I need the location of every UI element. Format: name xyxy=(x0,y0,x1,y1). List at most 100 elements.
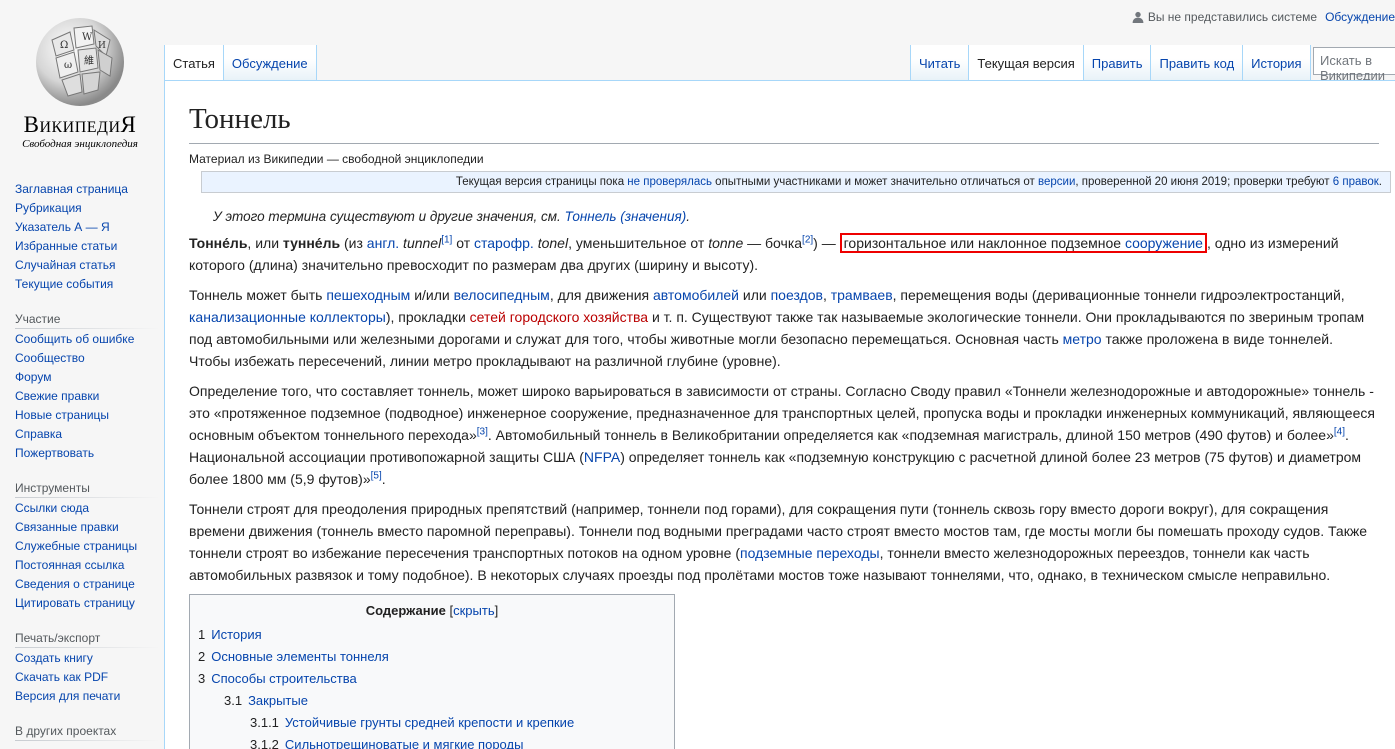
toc-link[interactable]: История xyxy=(211,627,261,642)
sidebar-item-featured[interactable]: Избранные статьи xyxy=(15,237,160,256)
review-notice: Текущая версия страницы пока не проверял… xyxy=(201,170,1391,193)
sidebar-link[interactable]: Форум xyxy=(15,370,51,384)
sidebar-link[interactable]: Текущие события xyxy=(15,277,113,291)
sidebar-item-random[interactable]: Случайная статья xyxy=(15,256,160,275)
sidebar-link[interactable]: Сообщить об ошибке xyxy=(15,332,134,346)
review-link-unchecked[interactable]: не проверялась xyxy=(627,176,712,188)
toc-item[interactable]: 3.1 Закрытые xyxy=(198,690,666,712)
toc-link[interactable]: Основные элементы тоннеля xyxy=(211,649,389,664)
sidebar-item-related-changes[interactable]: Связанные правки xyxy=(15,518,160,537)
tab-edit[interactable]: Править xyxy=(1083,45,1152,80)
sidebar-link[interactable]: Цитировать страницу xyxy=(15,596,135,610)
link-trams[interactable]: трамваев xyxy=(831,287,893,303)
sidebar-link[interactable]: Указатель А — Я xyxy=(15,220,110,234)
search-input[interactable]: Искать в Википедии xyxy=(1313,47,1395,83)
toc-item[interactable]: 3.1.2 Сильнотрещиноватые и мягкие породы xyxy=(198,734,666,749)
namespace-tabs: Статья Обсуждение xyxy=(164,45,317,80)
link-structure[interactable]: сооружение xyxy=(1125,235,1203,251)
toc-item[interactable]: 3 Способы строительства xyxy=(198,668,666,690)
sidebar-link[interactable]: Сведения о странице xyxy=(15,577,135,591)
link-old-french[interactable]: старофр. xyxy=(474,235,534,251)
toc-item[interactable]: 1 История xyxy=(198,624,666,646)
sidebar-link[interactable]: Скачать как PDF xyxy=(15,670,108,684)
sidebar-item-index[interactable]: Указатель А — Я xyxy=(15,218,160,237)
sidebar-item-download-pdf[interactable]: Скачать как PDF xyxy=(15,668,160,687)
link-sewers[interactable]: канализационные коллекторы xyxy=(189,309,386,325)
sidebar-item-forum[interactable]: Форум xyxy=(15,368,160,387)
sidebar-item-recent-changes[interactable]: Свежие правки xyxy=(15,387,160,406)
toc-link[interactable]: Сильнотрещиноватые и мягкие породы xyxy=(285,737,524,749)
sidebar-link[interactable]: Справка xyxy=(15,427,62,441)
toc-link[interactable]: Устойчивые грунты средней крепости и кре… xyxy=(285,715,574,730)
sidebar-item-community[interactable]: Сообщество xyxy=(15,349,160,368)
sidebar-item-create-book[interactable]: Создать книгу xyxy=(15,649,160,668)
personal-talk-link[interactable]: Обсуждение xyxy=(1325,10,1395,24)
sidebar-link[interactable]: Сообщество xyxy=(15,351,85,365)
sidebar-item-report-error[interactable]: Сообщить об ошибке xyxy=(15,330,160,349)
ref-3[interactable]: [3] xyxy=(477,426,488,437)
link-metro[interactable]: метро xyxy=(1063,331,1102,347)
sidebar-link[interactable]: Версия для печати xyxy=(15,689,120,703)
sidebar-item-printable[interactable]: Версия для печати xyxy=(15,687,160,706)
toc-link[interactable]: Закрытые xyxy=(248,693,308,708)
tab-history[interactable]: История xyxy=(1243,45,1311,80)
toc-link[interactable]: Способы строительства xyxy=(211,671,357,686)
sidebar-item-page-info[interactable]: Сведения о странице xyxy=(15,575,160,594)
sidebar-item-special-pages[interactable]: Служебные страницы xyxy=(15,537,160,556)
toc-number: 3.1.1 xyxy=(250,714,279,730)
link-english[interactable]: англ. xyxy=(367,235,399,251)
link-underpasses[interactable]: подземные переходы xyxy=(740,545,880,561)
review-text: опытными участниками и может значительно… xyxy=(711,175,1039,188)
sidebar-link[interactable]: Пожертвовать xyxy=(15,446,94,460)
link-cars[interactable]: автомобилей xyxy=(653,287,739,303)
sidebar-item-current-events[interactable]: Текущие события xyxy=(15,275,160,294)
not-logged-text: Вы не представились системе xyxy=(1147,10,1318,24)
ref-1[interactable]: [1] xyxy=(441,234,452,245)
sidebar-link[interactable]: Ссылки сюда xyxy=(15,501,89,515)
sidebar-link[interactable]: Связанные правки xyxy=(15,520,119,534)
highlighted-text: горизонтальное или наклонное подземное xyxy=(843,234,1125,251)
toc-item[interactable]: 3.1.1 Устойчивые грунты средней крепости … xyxy=(198,712,666,734)
review-link-version[interactable]: версии xyxy=(1038,176,1075,188)
ref-5[interactable]: [5] xyxy=(371,470,382,481)
link-pedestrian[interactable]: пешеходным xyxy=(326,287,410,303)
sidebar-link[interactable]: Заглавная страница xyxy=(15,182,128,196)
ref-2[interactable]: [2] xyxy=(802,234,813,245)
site-logo[interactable]: Ω W И ω 維 ВикипедиЯ Свободная энциклопед… xyxy=(0,0,160,160)
sidebar-item-donate[interactable]: Пожертвовать xyxy=(15,444,160,463)
term-bold: тунне́ль xyxy=(282,234,341,251)
link-trains[interactable]: поездов xyxy=(771,287,823,303)
sidebar-item-new-pages[interactable]: Новые страницы xyxy=(15,406,160,425)
sidebar-item-categories[interactable]: Рубрикация xyxy=(15,199,160,218)
tab-current-version[interactable]: Текущая версия xyxy=(969,45,1084,80)
link-nfpa[interactable]: NFPA xyxy=(584,449,620,465)
sidebar-item-help[interactable]: Справка xyxy=(15,425,160,444)
bracket: ] xyxy=(494,602,499,618)
sidebar-link[interactable]: Новые страницы xyxy=(15,408,109,422)
sidebar-link[interactable]: Постоянная ссылка xyxy=(15,558,124,572)
sidebar-link[interactable]: Рубрикация xyxy=(15,201,82,215)
sidebar-link[interactable]: Случайная статья xyxy=(15,258,115,272)
sidebar-link[interactable]: Служебные страницы xyxy=(15,539,137,553)
sidebar-item-main[interactable]: Заглавная страница xyxy=(15,180,160,199)
sidebar-link[interactable]: Свежие правки xyxy=(15,389,99,403)
sidebar-link[interactable]: Создать книгу xyxy=(15,651,93,665)
sidebar-item-cite[interactable]: Цитировать страницу xyxy=(15,594,160,613)
ref-4[interactable]: [4] xyxy=(1334,426,1345,437)
review-link-edits[interactable]: 6 правок xyxy=(1333,176,1379,188)
tab-article[interactable]: Статья xyxy=(164,45,224,80)
toc-hide-toggle[interactable]: скрыть xyxy=(453,603,495,618)
sidebar-item-permalink[interactable]: Постоянная ссылка xyxy=(15,556,160,575)
tools-heading: Инструменты xyxy=(0,481,160,498)
paragraph-definition: Определение того, что составляет тоннель… xyxy=(189,380,1377,490)
link-utilities-redlink[interactable]: сетей городского хозяйства xyxy=(470,309,648,325)
sidebar-link[interactable]: Избранные статьи xyxy=(15,239,117,253)
link-bicycle[interactable]: велосипедным xyxy=(454,287,550,303)
tab-edit-source[interactable]: Править код xyxy=(1151,45,1244,80)
tab-talk[interactable]: Обсуждение xyxy=(223,45,317,80)
tab-read[interactable]: Читать xyxy=(910,45,970,80)
text: Тоннель может быть xyxy=(189,286,327,303)
sidebar-item-what-links-here[interactable]: Ссылки сюда xyxy=(15,499,160,518)
hatnote-link[interactable]: Тоннель (значения) xyxy=(565,209,687,224)
toc-item[interactable]: 2 Основные элементы тоннеля xyxy=(198,646,666,668)
